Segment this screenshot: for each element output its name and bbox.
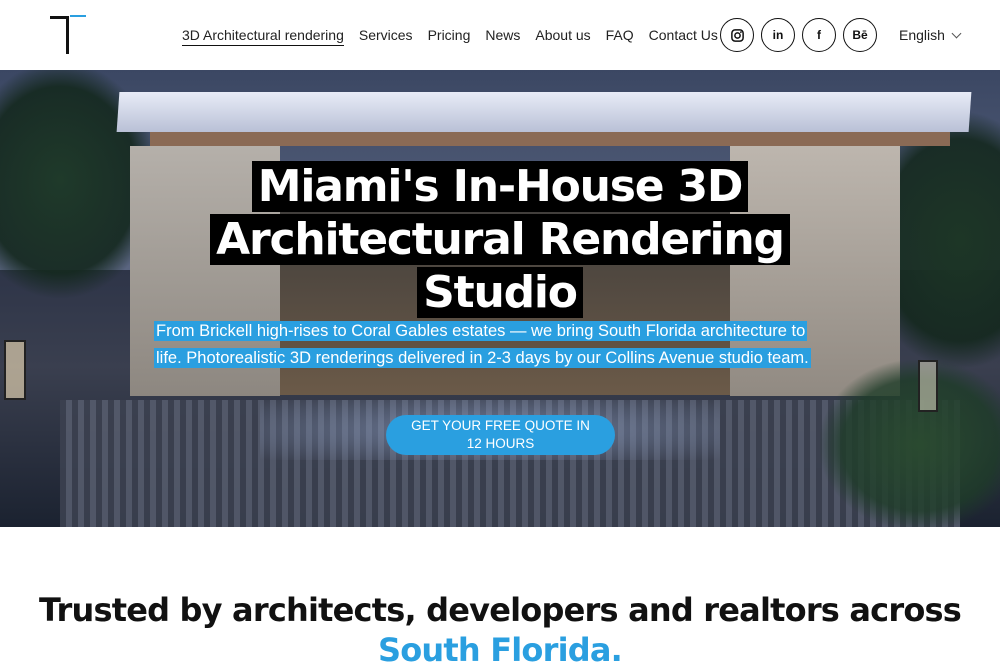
hero-title: Miami's In-House 3D Architectural Render… (0, 160, 1000, 319)
nav-item-3d-architectural-rendering[interactable]: 3D Architectural rendering (182, 24, 344, 46)
hero-section: Miami's In-House 3D Architectural Render… (0, 70, 1000, 527)
trust-heading: Trusted by architects, developers and re… (0, 590, 1000, 667)
social-links: in f Bē (720, 18, 877, 52)
hero-subtitle: From Brickell high-rises to Coral Gables… (154, 318, 814, 372)
hero-title-line-3: Studio (417, 267, 583, 318)
logo-accent (70, 15, 86, 17)
site-header: 3D Architectural rendering Services Pric… (0, 0, 1000, 70)
nav-item-about-us[interactable]: About us (535, 24, 590, 46)
main-nav: 3D Architectural rendering Services Pric… (182, 24, 718, 46)
free-quote-button[interactable]: GET YOUR FREE QUOTE IN 12 HOURS (386, 415, 615, 455)
chevron-down-icon (951, 28, 962, 38)
behance-icon[interactable]: Bē (843, 18, 877, 52)
lantern-left (4, 340, 26, 400)
nav-item-pricing[interactable]: Pricing (428, 24, 471, 46)
house-roof-soffit (150, 132, 950, 146)
facebook-icon[interactable]: f (802, 18, 836, 52)
language-label: English (899, 27, 945, 43)
trust-heading-accent: South Florida. (377, 631, 623, 667)
nav-item-contact-us[interactable]: Contact Us (649, 24, 718, 46)
instagram-icon[interactable] (720, 18, 754, 52)
house-roof (116, 92, 972, 132)
nav-item-faq[interactable]: FAQ (606, 24, 634, 46)
logo[interactable] (50, 14, 90, 56)
foliage-right (820, 360, 1000, 527)
linkedin-icon[interactable]: in (761, 18, 795, 52)
hero-title-line-1: Miami's In-House 3D (251, 161, 749, 212)
logo-stem (66, 16, 69, 54)
lantern-right (918, 360, 938, 412)
hero-title-line-2: Architectural Rendering (210, 214, 790, 265)
trust-heading-main: Trusted by architects, developers and re… (38, 591, 962, 629)
instagram-glyph (730, 28, 744, 42)
language-selector[interactable]: English (899, 24, 962, 46)
nav-item-news[interactable]: News (485, 24, 520, 46)
hero-subtitle-text: From Brickell high-rises to Coral Gables… (154, 321, 811, 368)
nav-item-services[interactable]: Services (359, 24, 413, 46)
